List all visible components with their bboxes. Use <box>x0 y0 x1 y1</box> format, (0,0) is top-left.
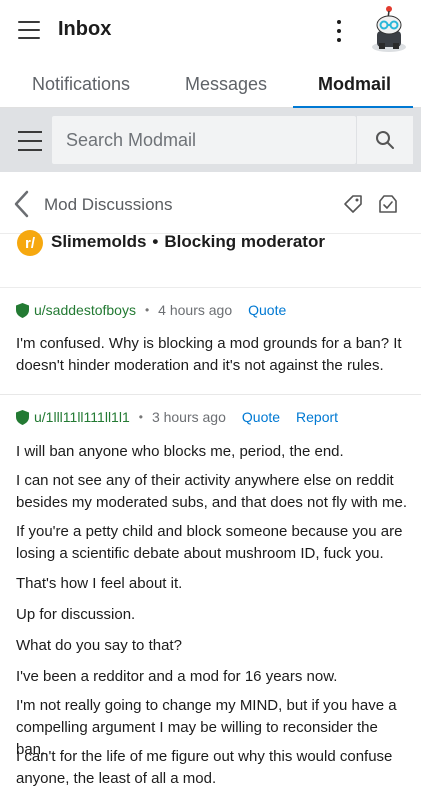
search-input[interactable] <box>66 116 346 164</box>
meta-separator: • <box>138 410 143 424</box>
message-meta: u/1lll11ll111ll1l1 • 3 hours ago Quote R… <box>16 407 338 427</box>
modmail-menu-icon[interactable] <box>18 131 42 151</box>
author-link[interactable]: u/saddestofboys <box>34 302 136 318</box>
quote-button[interactable]: Quote <box>248 302 286 318</box>
message-paragraph: I'm confused. Why is blocking a mod grou… <box>16 335 402 374</box>
tab-messages[interactable]: Messages <box>185 74 267 95</box>
search-box <box>52 116 356 164</box>
discussion-header: Mod Discussions <box>0 172 421 234</box>
message-paragraph: I can not see any of their activity anyw… <box>16 472 408 511</box>
app-bar: Inbox <box>0 0 421 60</box>
timestamp: 4 hours ago <box>158 302 233 318</box>
author-link[interactable]: u/1lll11ll111ll1l1 <box>34 409 130 425</box>
tag-icon[interactable] <box>343 194 363 214</box>
report-button[interactable]: Report <box>296 409 338 425</box>
search-icon <box>376 131 394 149</box>
message-paragraph: What do you say to that? <box>16 637 182 654</box>
search-button[interactable] <box>357 116 413 164</box>
subject-title: Blocking moderator <box>164 232 325 251</box>
timestamp: 3 hours ago <box>151 409 226 425</box>
meta-separator: • <box>144 303 150 317</box>
message-paragraph: I will ban anyone who blocks me, period,… <box>16 443 344 460</box>
back-arrow-icon[interactable] <box>12 190 32 218</box>
subreddit-name[interactable]: Slimemolds <box>51 232 146 251</box>
message-paragraph: Up for discussion. <box>16 606 136 623</box>
avatar[interactable] <box>370 5 408 53</box>
conversation-subject: r/ Slimemolds • Blocking moderator <box>0 226 421 288</box>
menu-icon[interactable] <box>18 21 40 39</box>
tab-notifications[interactable]: Notifications <box>32 74 130 95</box>
mod-shield-icon <box>16 302 29 318</box>
subject-separator: • <box>152 232 159 251</box>
search-bar <box>0 108 421 172</box>
message-paragraph: I can't for the life of me figure out wh… <box>16 748 393 787</box>
more-options-icon[interactable] <box>333 20 345 42</box>
quote-button[interactable]: Quote <box>242 409 280 425</box>
discussion-title: Mod Discussions <box>44 195 173 214</box>
mod-shield-icon <box>16 409 29 425</box>
archive-icon[interactable] <box>378 194 398 214</box>
tab-modmail[interactable]: Modmail <box>318 74 391 95</box>
tab-bar: Notifications Messages Modmail <box>0 60 421 109</box>
page-title: Inbox <box>58 18 112 40</box>
divider <box>0 394 421 395</box>
message-paragraph: That's how I feel about it. <box>16 575 183 592</box>
subject-line: Slimemolds • Blocking moderator <box>51 232 325 252</box>
message-meta: u/saddestofboys • 4 hours ago Quote <box>16 300 286 320</box>
message-paragraph: If you're a petty child and block someon… <box>16 523 403 562</box>
subreddit-icon: r/ <box>17 230 43 256</box>
message-paragraph: I've been a redditor and a mod for 16 ye… <box>16 668 338 685</box>
